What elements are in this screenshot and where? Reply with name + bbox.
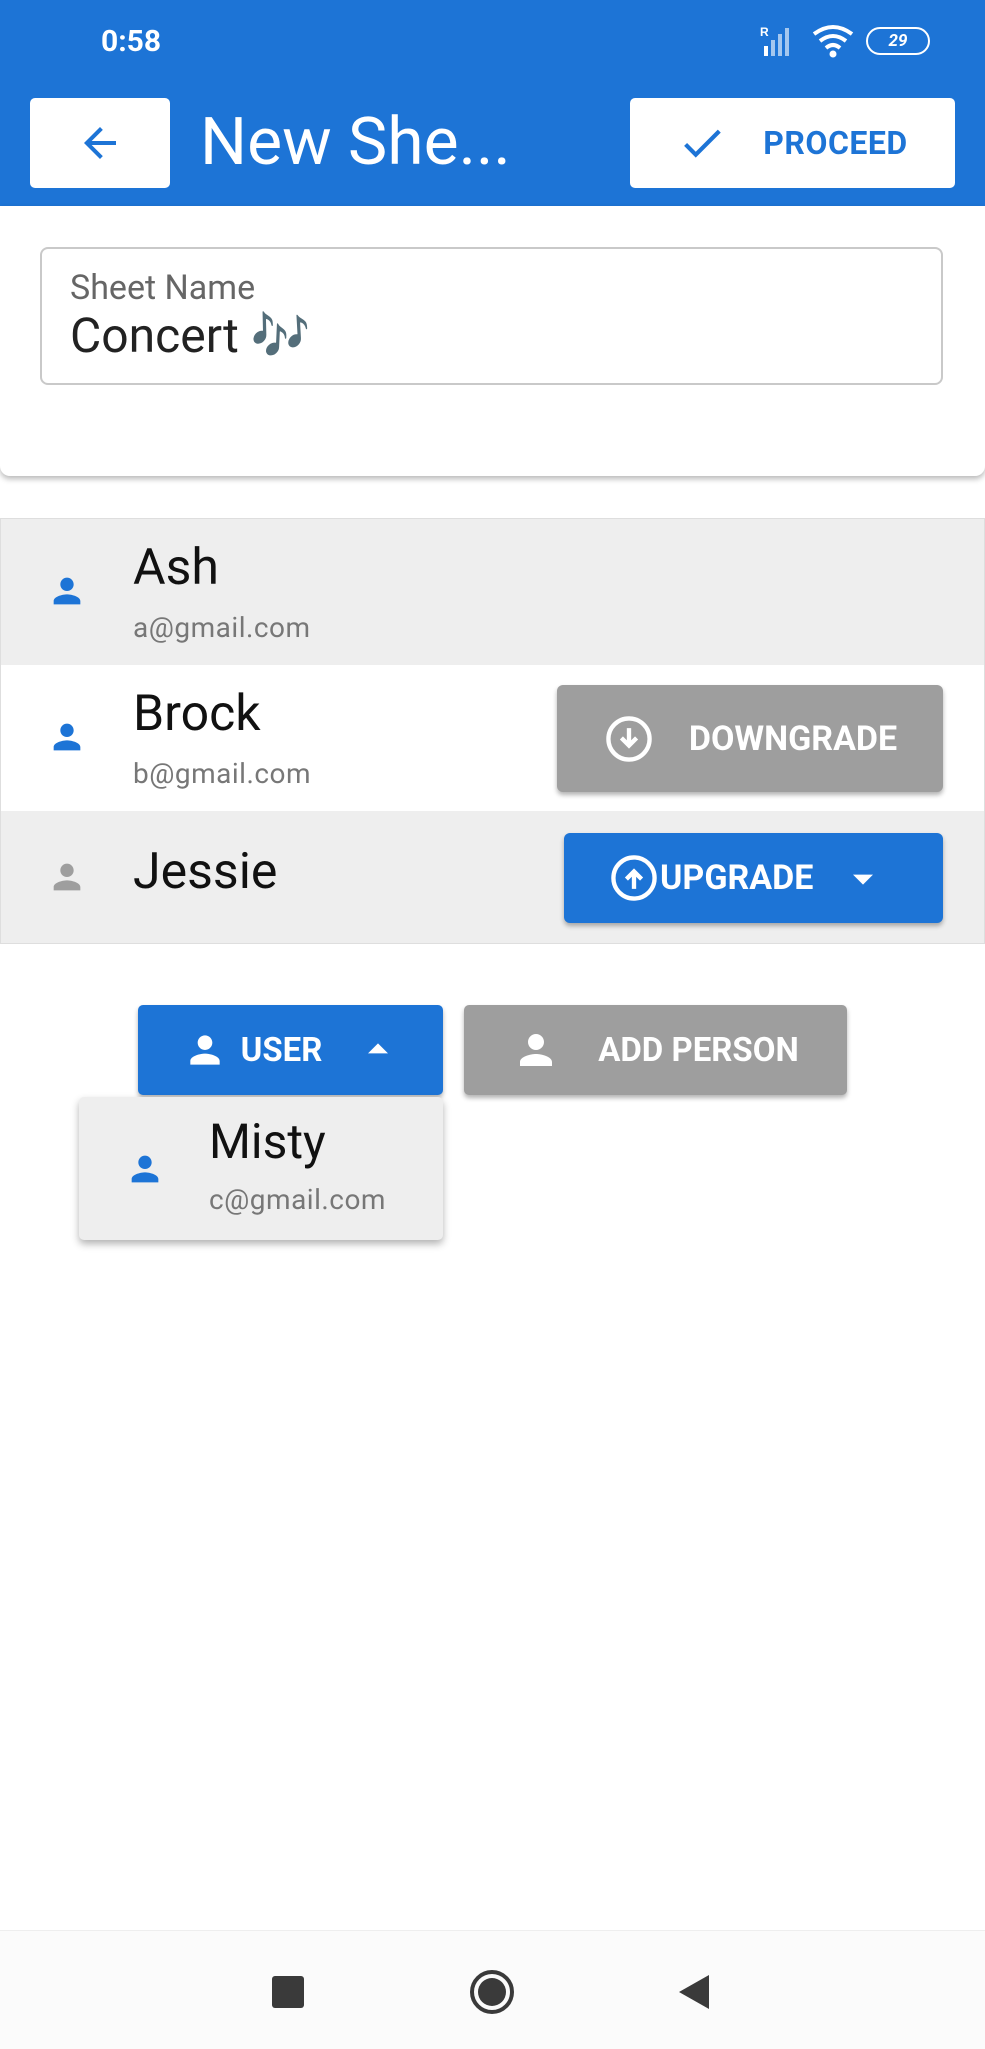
person-email: a@gmail.com <box>133 611 311 644</box>
person-name: Brock <box>133 685 261 743</box>
check-icon <box>684 129 722 158</box>
upgrade-button[interactable]: UPGRADE <box>564 833 943 923</box>
downgrade-button[interactable]: DOWNGRADE <box>557 685 943 792</box>
person-icon <box>189 1035 220 1065</box>
sheet-name-value[interactable]: Concert 🎶 <box>70 307 311 364</box>
user-role-dropdown[interactable]: USER <box>138 1005 443 1095</box>
arrow-drop-up-icon <box>368 1043 389 1054</box>
arrow-circle-down-icon <box>606 715 652 762</box>
dropdown-menu: Misty c@gmail.com <box>79 1097 443 1240</box>
sheet-name-label: Sheet Name <box>70 268 256 308</box>
upgrade-label: UPGRADE <box>660 858 814 898</box>
home-icon[interactable] <box>469 1969 515 2015</box>
page-title: New She... <box>200 104 511 181</box>
back-button[interactable] <box>30 98 170 188</box>
arrow-back-icon <box>84 127 116 159</box>
recents-icon[interactable] <box>272 1976 304 2008</box>
dropdown-item-name: Misty <box>209 1113 326 1170</box>
person-icon <box>520 1034 553 1066</box>
status-icons: R 29 <box>760 20 930 62</box>
person-name: Jessie <box>133 843 278 901</box>
back-nav-icon[interactable] <box>677 1973 711 2011</box>
battery-icon: 29 <box>866 27 930 55</box>
proceed-button[interactable]: PROCEED <box>630 98 955 188</box>
person-name: Ash <box>133 539 219 597</box>
list-item[interactable]: Ash a@gmail.com <box>1 519 984 665</box>
downgrade-label: DOWNGRADE <box>688 718 898 759</box>
dropdown-item-email: c@gmail.com <box>209 1183 386 1216</box>
status-time: 0:58 <box>101 24 162 59</box>
system-nav-bar <box>0 1930 985 2049</box>
person-icon <box>53 723 81 751</box>
arrow-circle-up-icon <box>611 855 657 901</box>
user-role-label: USER <box>240 1030 323 1070</box>
wifi-icon <box>812 25 854 58</box>
person-icon <box>131 1155 159 1183</box>
arrow-drop-down-icon <box>853 874 874 885</box>
proceed-label: PROCEED <box>763 124 908 162</box>
person-icon <box>53 577 81 605</box>
person-icon <box>53 863 81 891</box>
person-email: b@gmail.com <box>133 757 312 790</box>
add-person-label: ADD PERSON <box>598 1030 799 1070</box>
dropdown-item[interactable]: Misty c@gmail.com <box>79 1097 443 1240</box>
add-person-button[interactable]: ADD PERSON <box>464 1005 847 1095</box>
svg-text:R: R <box>760 25 769 39</box>
signal-icon: R <box>760 25 789 56</box>
